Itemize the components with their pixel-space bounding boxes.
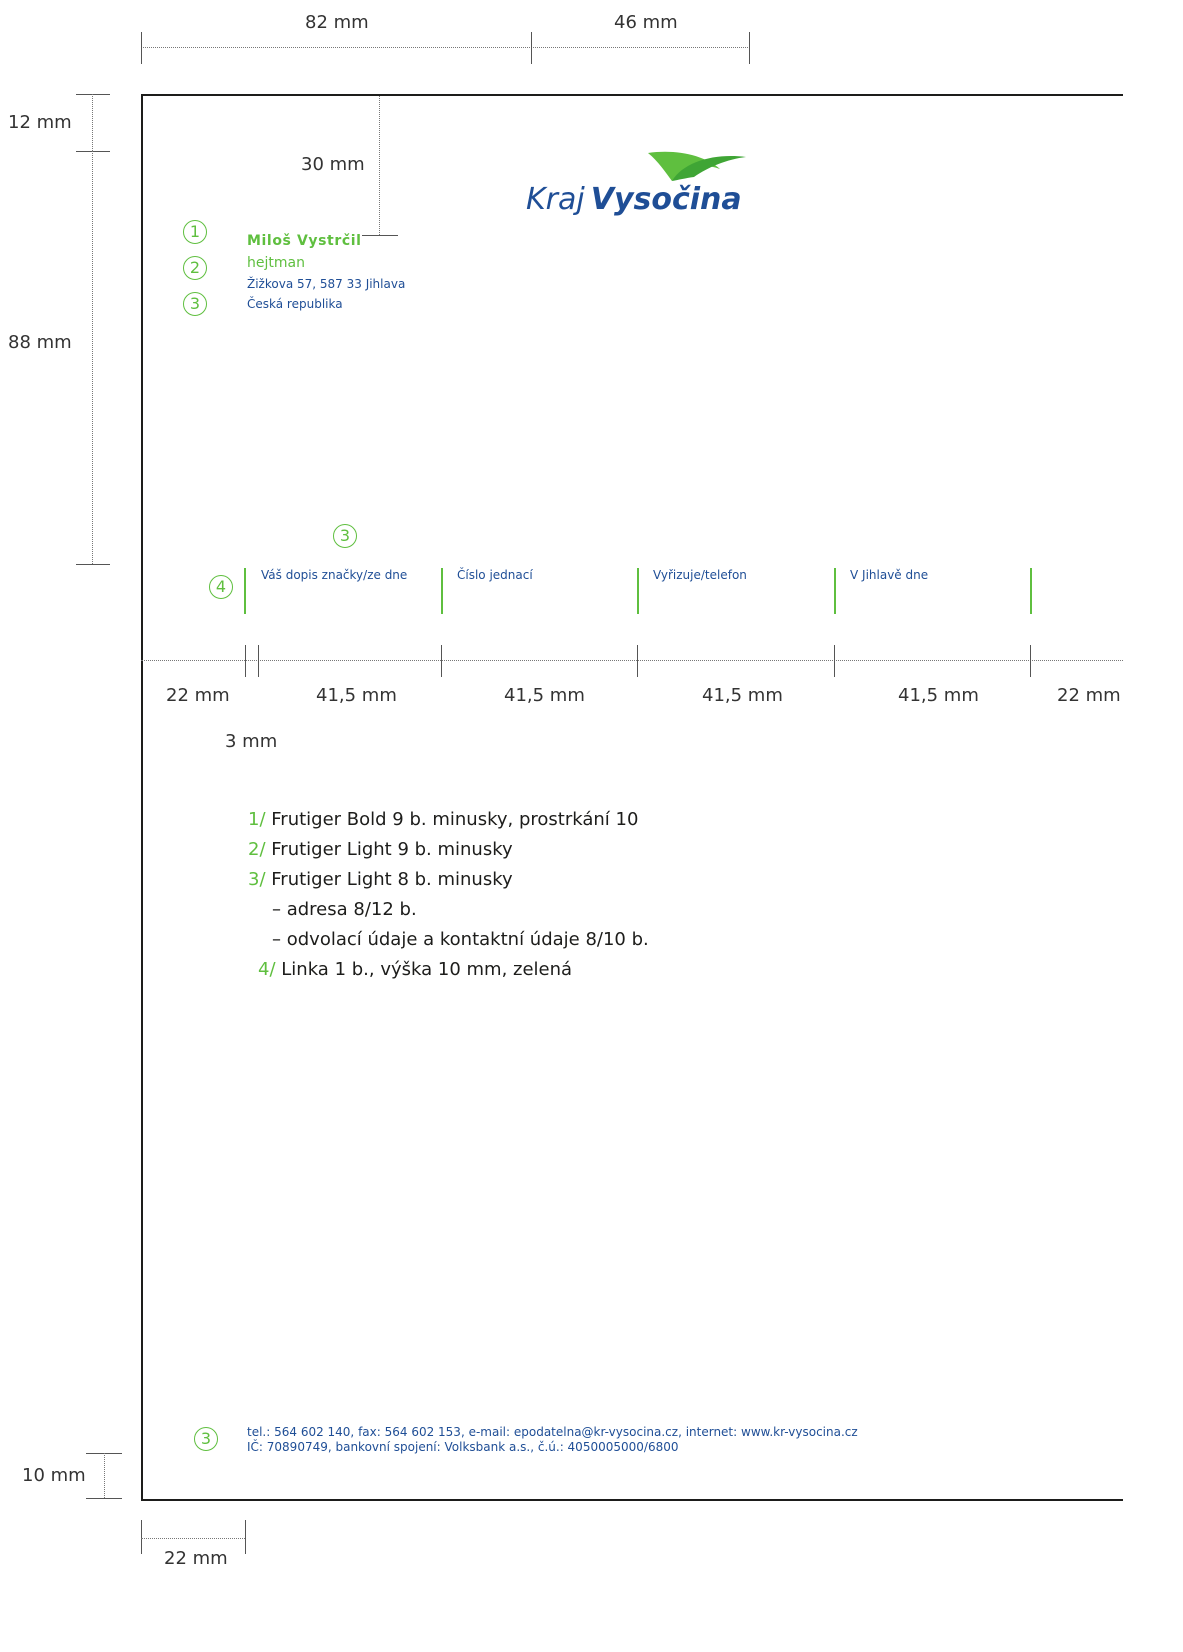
paper-bottom-edge	[141, 1499, 1123, 1501]
dim-row-tick-6	[1030, 645, 1031, 677]
dim-top-tick-3	[749, 32, 750, 64]
note-text: – adresa 8/12 b.	[272, 899, 417, 920]
dim-top-tick-2	[531, 32, 532, 64]
dim-top-tick-1	[141, 32, 142, 64]
dim-left-main-label: 88 mm	[8, 332, 72, 353]
logo-text-light: Kraj	[526, 182, 585, 217]
note-item: 3/ Frutiger Light 8 b. minusky	[248, 865, 649, 895]
marker-3-footer: 3	[194, 1427, 218, 1451]
marker-1: 1	[183, 220, 207, 244]
recipient-title: hejtman	[247, 255, 305, 271]
footer-bank: IČ: 70890749, bankovní spojení: Volksban…	[247, 1440, 679, 1454]
dim-bottom-margin-line	[104, 1453, 105, 1498]
marker-3-reference: 3	[333, 524, 357, 548]
marker-4: 4	[209, 575, 233, 599]
green-rule-2	[441, 568, 443, 614]
reference-field-2: Číslo jednací	[457, 568, 533, 582]
green-rule-1	[244, 568, 246, 614]
dim-top-left-label: 82 mm	[305, 12, 369, 33]
note-number: 2/	[248, 839, 266, 860]
dim-row-tick-1	[245, 645, 246, 677]
notes-list: 1/ Frutiger Bold 9 b. minusky, prostrkán…	[248, 805, 649, 985]
dim-left-top-label: 12 mm	[8, 112, 72, 133]
footer-contact: tel.: 564 602 140, fax: 564 602 153, e-m…	[247, 1425, 858, 1439]
dim-row-label-4: 41,5 mm	[702, 685, 783, 706]
recipient-country: Česká republika	[247, 297, 343, 311]
reference-field-1: Váš dopis značky/ze dne	[261, 568, 408, 582]
dim-bottom-left-tick-1	[141, 1520, 142, 1554]
dim-left-top-line	[92, 94, 93, 151]
dim-bottom-tick-b	[86, 1498, 122, 1499]
note-text: Frutiger Light 8 b. minusky	[271, 869, 513, 890]
dim-row-tick-5	[834, 645, 835, 677]
paper-top-edge	[141, 94, 1123, 96]
dim-logo-offset-line	[379, 95, 380, 235]
dim-bottom-left-line	[141, 1538, 245, 1539]
note-number: 3/	[248, 869, 266, 890]
green-rule-5	[1030, 568, 1032, 614]
kraj-vysocina-logo: Kraj Vysočina	[526, 147, 756, 217]
dim-gap-label: 3 mm	[225, 731, 278, 752]
dim-left-tick-a	[76, 94, 110, 95]
green-rule-4	[834, 568, 836, 614]
note-item: – odvolací údaje a kontaktní údaje 8/10 …	[248, 925, 649, 955]
dim-logo-offset-label: 30 mm	[301, 154, 365, 175]
recipient-street: Žižkova 57, 587 33 Jihlava	[247, 277, 406, 291]
note-text: Frutiger Light 9 b. minusky	[271, 839, 513, 860]
dim-bottom-left-label: 22 mm	[164, 1548, 228, 1569]
logo-text-bold: Vysočina	[590, 182, 742, 217]
note-number: 1/	[248, 809, 266, 830]
dim-row-line	[141, 660, 1123, 661]
note-item: – adresa 8/12 b.	[248, 895, 649, 925]
dim-row-label-6: 22 mm	[1057, 685, 1121, 706]
note-item: 4/ Linka 1 b., výška 10 mm, zelená	[248, 955, 649, 985]
dim-row-tick-4	[637, 645, 638, 677]
note-text: Linka 1 b., výška 10 mm, zelená	[281, 959, 573, 980]
dim-row-label-2: 41,5 mm	[316, 685, 397, 706]
recipient-name: Miloš Vystrčil	[247, 233, 362, 249]
paper-left-edge	[141, 94, 143, 1500]
note-text: – odvolací údaje a kontaktní údaje 8/10 …	[272, 929, 649, 950]
dim-top-line	[141, 47, 750, 48]
dim-left-tick-b	[76, 151, 110, 152]
dim-row-label-3: 41,5 mm	[504, 685, 585, 706]
green-rule-3	[637, 568, 639, 614]
dim-left-main-line	[92, 151, 93, 564]
note-text: Frutiger Bold 9 b. minusky, prostrkání 1…	[271, 809, 639, 830]
note-item: 2/ Frutiger Light 9 b. minusky	[248, 835, 649, 865]
note-number: 4/	[258, 959, 276, 980]
dim-bottom-left-tick-2	[245, 1520, 246, 1554]
dim-top-right-label: 46 mm	[614, 12, 678, 33]
dim-left-tick-c	[76, 564, 110, 565]
dim-row-label-5: 41,5 mm	[898, 685, 979, 706]
dim-row-tick-3	[441, 645, 442, 677]
dim-row-label-1: 22 mm	[166, 685, 230, 706]
dim-row-tick-2	[258, 645, 259, 677]
reference-field-3: Vyřizuje/telefon	[653, 568, 747, 582]
note-item: 1/ Frutiger Bold 9 b. minusky, prostrkán…	[248, 805, 649, 835]
dim-bottom-margin-label: 10 mm	[22, 1465, 86, 1486]
reference-field-4: V Jihlavě dne	[850, 568, 929, 582]
marker-2: 2	[183, 256, 207, 280]
dim-logo-offset-tick	[362, 235, 398, 236]
marker-3: 3	[183, 292, 207, 316]
